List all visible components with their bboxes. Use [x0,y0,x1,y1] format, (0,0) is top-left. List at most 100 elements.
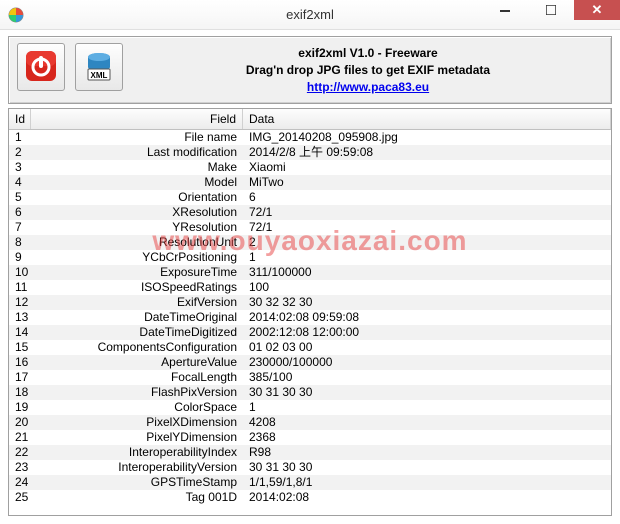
table-row[interactable]: 9YCbCrPositioning1 [9,250,611,265]
window-controls: ✕ [482,0,620,29]
cell-id: 15 [9,340,31,355]
table-row[interactable]: 20PixelXDimension4208 [9,415,611,430]
table-row[interactable]: 5Orientation6 [9,190,611,205]
homepage-link[interactable]: http://www.paca83.eu [307,80,429,94]
cell-field: InteroperabilityIndex [31,445,243,460]
close-button[interactable]: ✕ [574,0,620,20]
cell-id: 8 [9,235,31,250]
table-row[interactable]: 8ResolutionUnit2 [9,235,611,250]
cell-field: GPSTimeStamp [31,475,243,490]
cell-id: 6 [9,205,31,220]
cell-id: 20 [9,415,31,430]
cell-field: Tag 001D [31,490,243,505]
table-row[interactable]: 18FlashPixVersion30 31 30 30 [9,385,611,400]
cell-data: 30 32 32 30 [243,295,611,310]
cell-id: 10 [9,265,31,280]
table-row[interactable]: 10ExposureTime311/100000 [9,265,611,280]
minimize-button[interactable] [482,0,528,20]
table-row[interactable]: 14DateTimeDigitized2002:12:08 12:00:00 [9,325,611,340]
column-header-field[interactable]: Field [31,109,243,129]
cell-field: Model [31,175,243,190]
cell-field: ExifVersion [31,295,243,310]
table-row[interactable]: 24GPSTimeStamp1/1,59/1,8/1 [9,475,611,490]
toolbar-panel: XML exif2xml V1.0 - Freeware Drag'n drop… [8,36,612,104]
exif-table: Id Field Data 1File nameIMG_20140208_095… [8,108,612,516]
column-header-data[interactable]: Data [243,109,611,129]
cell-data: MiTwo [243,175,611,190]
xml-export-button[interactable]: XML [75,43,123,91]
table-row[interactable]: 15ComponentsConfiguration01 02 03 00 [9,340,611,355]
cell-field: Orientation [31,190,243,205]
cell-data: 1/1,59/1,8/1 [243,475,611,490]
cell-id: 12 [9,295,31,310]
cell-field: ResolutionUnit [31,235,243,250]
table-row[interactable]: 17FocalLength385/100 [9,370,611,385]
table-row[interactable]: 1File nameIMG_20140208_095908.jpg [9,130,611,145]
cell-id: 17 [9,370,31,385]
app-icon [8,7,24,23]
table-body[interactable]: 1File nameIMG_20140208_095908.jpg2Last m… [9,130,611,515]
cell-field: Make [31,160,243,175]
table-row[interactable]: 7YResolution72/1 [9,220,611,235]
cell-id: 18 [9,385,31,400]
cell-field: YCbCrPositioning [31,250,243,265]
table-row[interactable]: 12ExifVersion30 32 32 30 [9,295,611,310]
table-row[interactable]: 2Last modification2014/2/8 上午 09:59:08 [9,145,611,160]
cell-field: DateTimeOriginal [31,310,243,325]
database-xml-icon: XML [82,49,116,86]
cell-data: 311/100000 [243,265,611,280]
app-version-line: exif2xml V1.0 - Freeware [133,45,603,62]
table-row[interactable]: 11ISOSpeedRatings100 [9,280,611,295]
table-row[interactable]: 21PixelYDimension2368 [9,430,611,445]
cell-data: 6 [243,190,611,205]
cell-data: 100 [243,280,611,295]
maximize-button[interactable] [528,0,574,20]
cell-data: 72/1 [243,205,611,220]
cell-data: 2014/2/8 上午 09:59:08 [243,145,611,160]
table-row[interactable]: 16ApertureValue230000/100000 [9,355,611,370]
table-row[interactable]: 19ColorSpace1 [9,400,611,415]
window-title: exif2xml [286,7,334,22]
cell-id: 5 [9,190,31,205]
cell-id: 4 [9,175,31,190]
cell-field: ExposureTime [31,265,243,280]
table-header[interactable]: Id Field Data [9,109,611,130]
cell-id: 16 [9,355,31,370]
cell-id: 1 [9,130,31,145]
cell-id: 13 [9,310,31,325]
power-button[interactable] [17,43,65,91]
table-row[interactable]: 6XResolution72/1 [9,205,611,220]
table-row[interactable]: 4ModelMiTwo [9,175,611,190]
cell-data: 1 [243,250,611,265]
cell-data: 1 [243,400,611,415]
table-row[interactable]: 23InteroperabilityVersion30 31 30 30 [9,460,611,475]
table-row[interactable]: 22InteroperabilityIndexR98 [9,445,611,460]
power-icon [24,49,58,86]
cell-field: ApertureValue [31,355,243,370]
cell-field: PixelYDimension [31,430,243,445]
cell-id: 25 [9,490,31,505]
cell-id: 23 [9,460,31,475]
table-row[interactable]: 25Tag 001D2014:02:08 [9,490,611,505]
cell-data: R98 [243,445,611,460]
cell-data: 230000/100000 [243,355,611,370]
cell-id: 7 [9,220,31,235]
cell-field: FocalLength [31,370,243,385]
cell-data: Xiaomi [243,160,611,175]
cell-field: File name [31,130,243,145]
cell-data: 30 31 30 30 [243,385,611,400]
cell-data: 72/1 [243,220,611,235]
column-header-id[interactable]: Id [9,109,31,129]
cell-data: IMG_20140208_095908.jpg [243,130,611,145]
table-row[interactable]: 3MakeXiaomi [9,160,611,175]
titlebar[interactable]: exif2xml ✕ [0,0,620,30]
cell-field: YResolution [31,220,243,235]
cell-field: Last modification [31,145,243,160]
cell-data: 30 31 30 30 [243,460,611,475]
app-hint-line: Drag'n drop JPG files to get EXIF metada… [133,62,603,79]
cell-field: FlashPixVersion [31,385,243,400]
table-row[interactable]: 13DateTimeOriginal2014:02:08 09:59:08 [9,310,611,325]
cell-id: 2 [9,145,31,160]
cell-data: 2014:02:08 [243,490,611,505]
cell-field: XResolution [31,205,243,220]
